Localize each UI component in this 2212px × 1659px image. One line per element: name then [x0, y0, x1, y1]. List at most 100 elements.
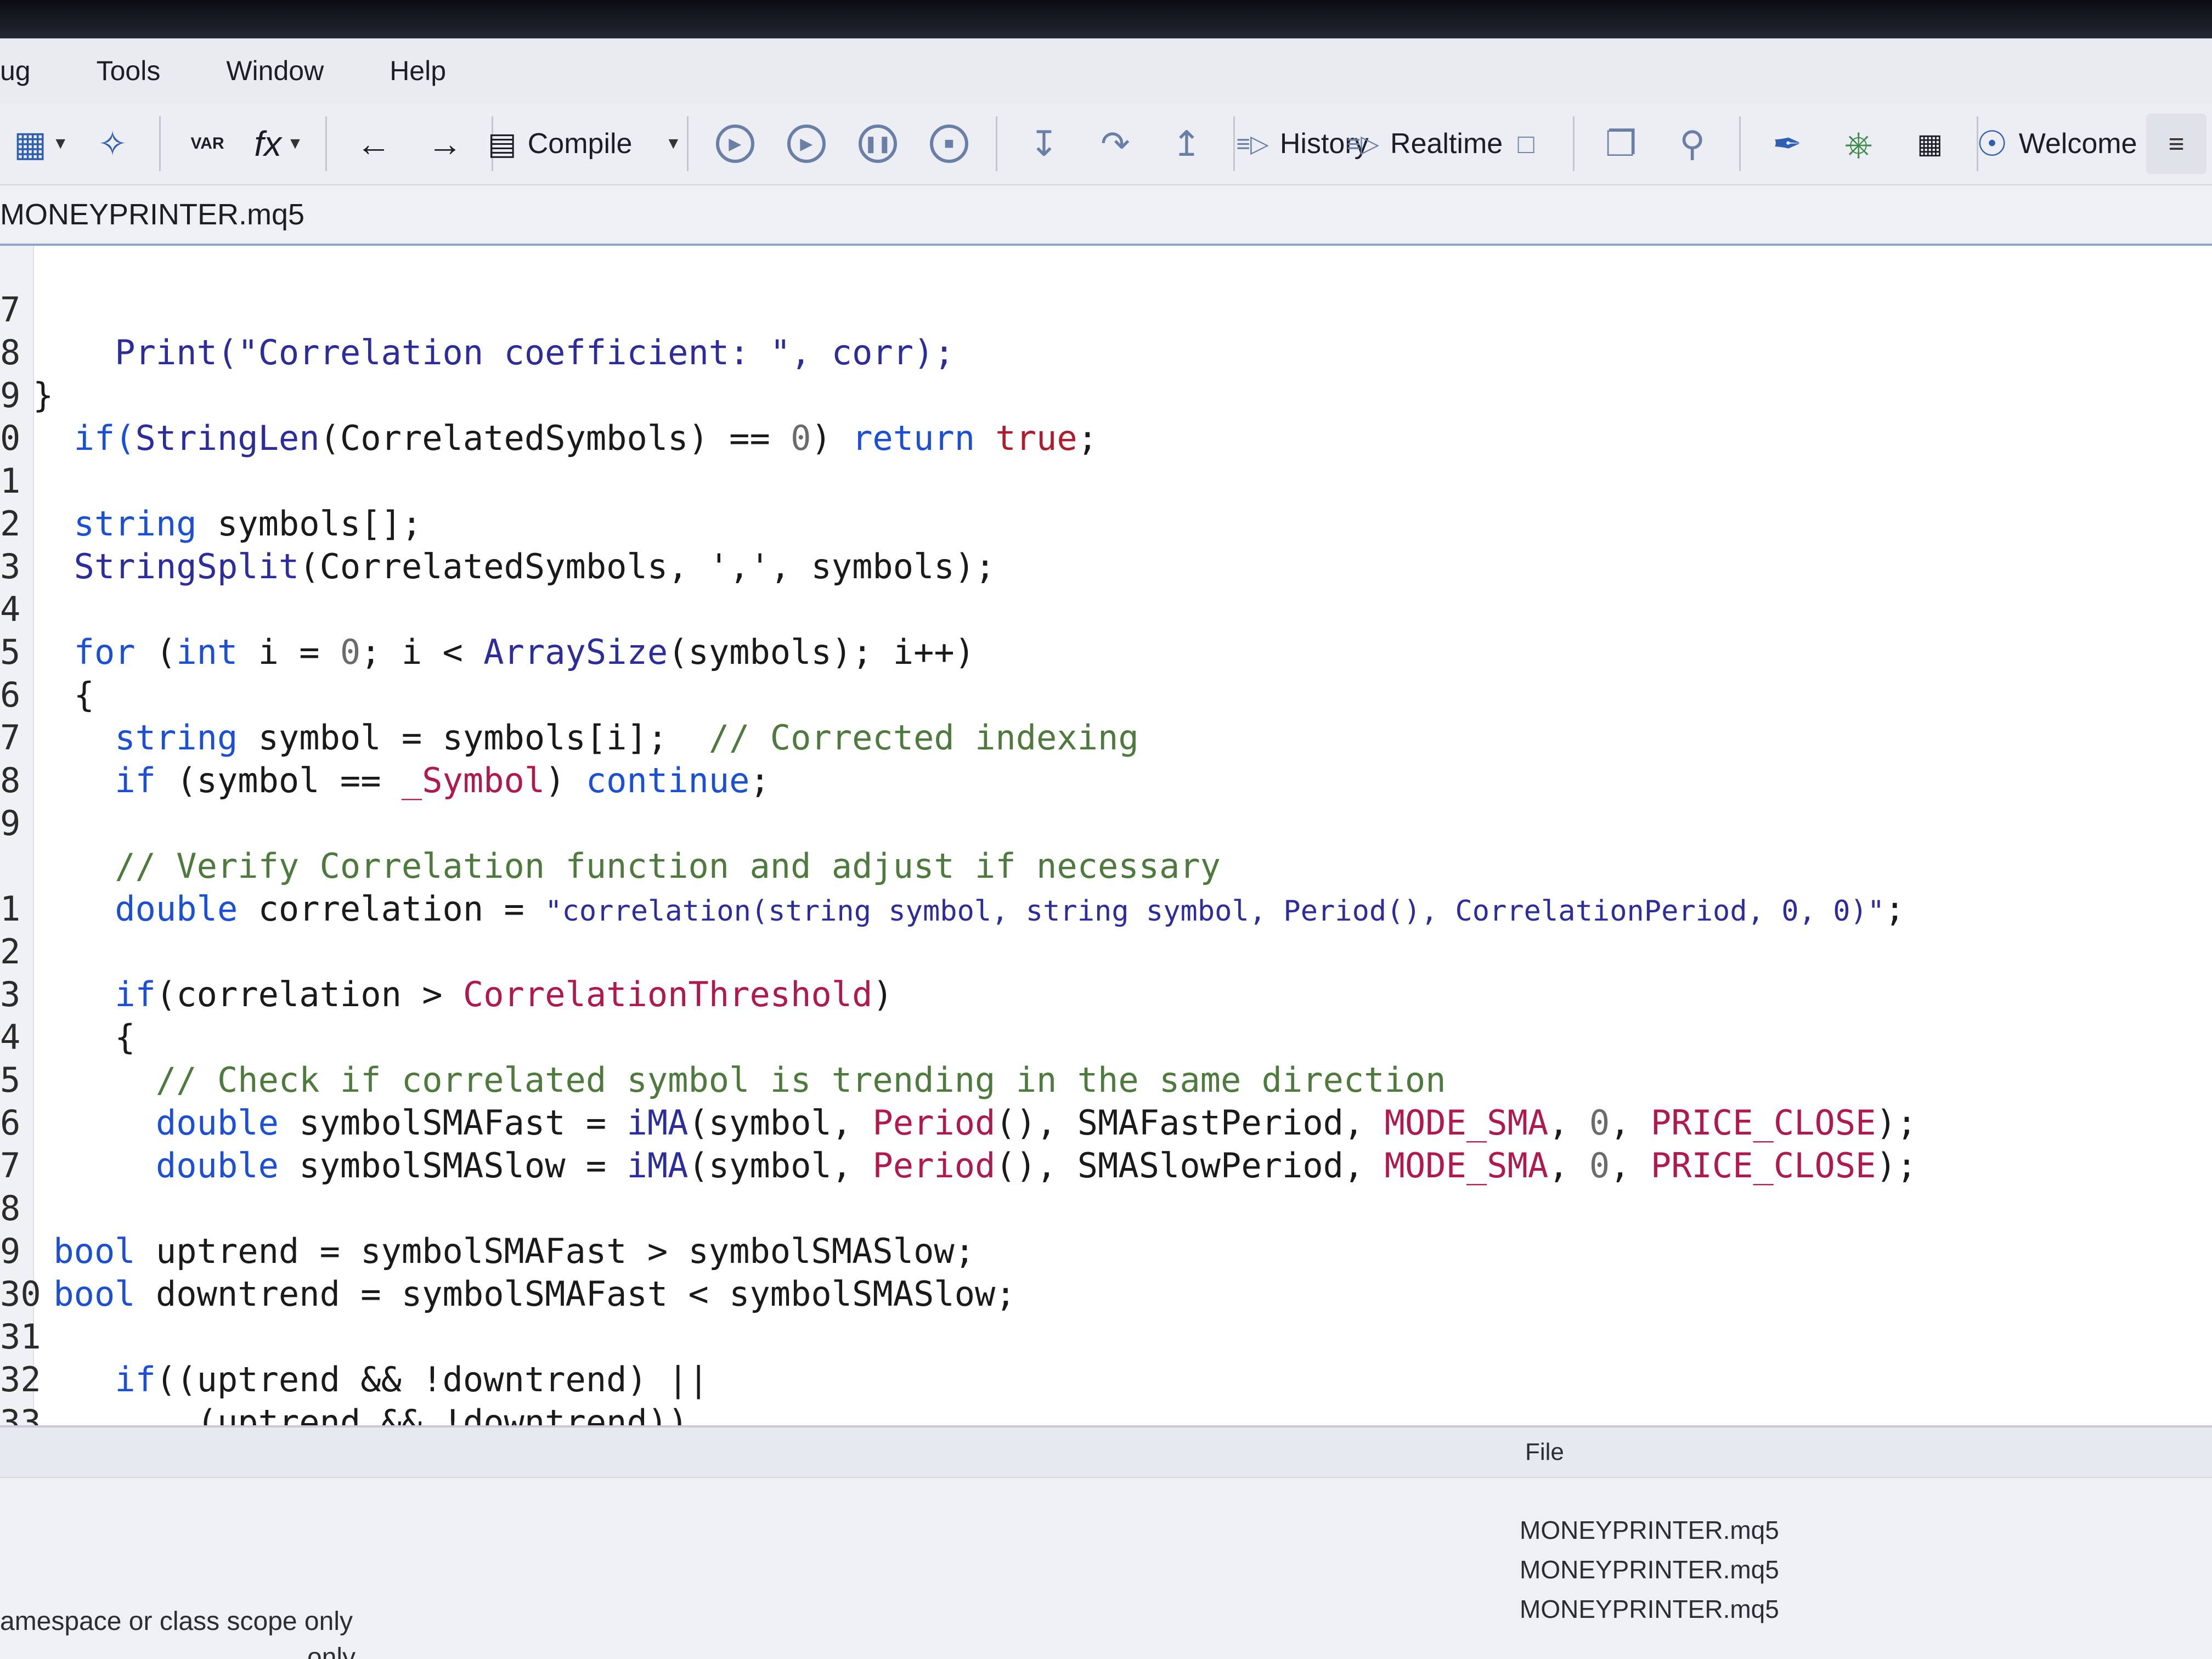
- square-icon: □: [1517, 128, 1534, 159]
- code-line: double correlation = "correlation(string…: [0, 802, 1905, 929]
- debug-start-button[interactable]: ▶: [705, 114, 765, 174]
- menu-debug[interactable]: ug: [0, 55, 31, 87]
- toolbar-separator: [1572, 116, 1575, 171]
- code-text: StringLen: [135, 418, 320, 458]
- code-line: 3: [0, 503, 123, 586]
- code-line: 2 if(correlation > CorrelationThreshold): [0, 888, 893, 1014]
- code-text: (symbol,: [688, 1146, 873, 1186]
- welcome-label: Welcome: [2018, 128, 2137, 160]
- code-line: 7 if (symbol == _Symbol) continue;: [0, 674, 770, 800]
- code-text: symbols[];: [196, 504, 422, 544]
- arrow-left-icon: ←: [356, 124, 392, 163]
- stop-profiling-button[interactable]: □: [1496, 114, 1556, 174]
- chevron-down-icon: ▼: [287, 134, 303, 153]
- back-button[interactable]: ←: [343, 114, 404, 174]
- code-text: CorrelationThreshold: [462, 974, 873, 1014]
- code-line: 0: [0, 374, 123, 458]
- code-text: ): [545, 760, 586, 800]
- debug-stop-button[interactable]: ■: [919, 114, 979, 174]
- menu-tools[interactable]: Tools: [97, 55, 161, 87]
- code-text: uptrend = symbolSMAFast > symbolSMASlow;: [135, 1231, 975, 1271]
- code-text: (), SMASlowPeriod,: [995, 1146, 1385, 1186]
- stop-circle-icon: ■: [929, 125, 968, 163]
- code-line: 9 // Verify Correlation function and adj…: [0, 759, 1221, 886]
- error-message[interactable]: amespace or class scope only: [0, 1606, 353, 1637]
- menu-window[interactable]: Window: [226, 55, 324, 87]
- pen-icon: ✒: [1772, 123, 1802, 163]
- code-text: (correlation >: [155, 974, 463, 1014]
- code-text: PRICE_CLOSE: [1650, 1146, 1876, 1186]
- menu-help[interactable]: Help: [390, 55, 446, 87]
- welcome-button[interactable]: ☉ Welcome: [1976, 114, 2137, 174]
- pause-circle-icon: ❚❚: [858, 125, 897, 163]
- step-into-button[interactable]: ↧: [1014, 114, 1074, 174]
- code-text: (CorrelatedSymbols) ==: [319, 418, 791, 458]
- code-line: 6 string symbol = symbols[i]; // Correct…: [0, 631, 1139, 758]
- code-line: 7: [0, 1102, 123, 1186]
- history-button[interactable]: ≡▷ History: [1236, 114, 1368, 174]
- code-text: Period: [872, 1146, 996, 1186]
- file-tab-moneyprinter[interactable]: MONEYPRINTER.mq5: [0, 198, 304, 232]
- market-button[interactable]: ⎈: [1829, 114, 1889, 174]
- error-message[interactable]: only: [307, 1643, 356, 1659]
- code-text: symbolSMAFast =: [278, 1103, 627, 1143]
- code-line: 32 (uptrend && !downtrend)): [0, 1316, 688, 1425]
- insert-function-button[interactable]: fx ▼: [249, 114, 309, 174]
- favorite-button[interactable]: ✧: [82, 114, 143, 174]
- code-text: return: [852, 418, 975, 458]
- navigator-button[interactable]: ▦ ▼: [11, 114, 71, 174]
- code-text: true: [995, 418, 1077, 458]
- code-text: ((uptrend && !downtrend) ||: [155, 1359, 709, 1400]
- copy-button[interactable]: ❐: [1591, 114, 1651, 174]
- arrow-right-icon: →: [427, 124, 463, 163]
- compile-button[interactable]: ▤ Compile ▼: [488, 114, 681, 174]
- debug-start-history-button[interactable]: ▶: [776, 114, 837, 174]
- code-editor[interactable]: 7 Print("Correlation coefficient: ", cor…: [0, 246, 2212, 1425]
- code-line: 2 StringSplit(CorrelatedSymbols, ',', sy…: [0, 460, 995, 586]
- code-line: 8 }: [0, 289, 123, 415]
- code-text: string: [115, 718, 238, 758]
- step-into-icon: ↧: [1029, 123, 1059, 163]
- error-file-name[interactable]: MONEYPRINTER.mq5: [1520, 1555, 1779, 1584]
- code-text: (uptrend && !downtrend)): [33, 1402, 689, 1425]
- file-column-header[interactable]: File: [1525, 1438, 1564, 1466]
- error-file-name[interactable]: MONEYPRINTER.mq5: [1520, 1594, 1779, 1624]
- code-line: 9 bool downtrend = symbolSMAFast < symbo…: [0, 1187, 1016, 1314]
- step-out-button[interactable]: ↥: [1156, 114, 1217, 174]
- toolbar-separator: [325, 116, 328, 171]
- debug-pause-button[interactable]: ❚❚: [848, 114, 908, 174]
- code-text: MODE_SMA: [1384, 1103, 1549, 1143]
- code-text: double: [155, 1146, 279, 1186]
- code-line: 1: [0, 845, 123, 929]
- code-line: 8: [0, 716, 123, 800]
- code-text: int: [176, 632, 238, 672]
- find-button[interactable]: ⚲: [1662, 114, 1723, 174]
- code-text: ; i <: [360, 632, 484, 672]
- code-string: "correlation(string symbol, string symbo…: [545, 895, 1885, 928]
- error-file-name[interactable]: MONEYPRINTER.mq5: [1520, 1515, 1779, 1545]
- code-text: ): [872, 974, 893, 1014]
- code-text: ;: [1077, 418, 1098, 458]
- styler-button[interactable]: ✒: [1757, 114, 1818, 174]
- code-text: PRICE_CLOSE: [1650, 1103, 1876, 1143]
- user-icon: ☉: [1976, 123, 2008, 163]
- forward-button[interactable]: →: [415, 114, 475, 174]
- code-text: );: [1876, 1103, 1917, 1143]
- insert-variable-button[interactable]: VAR: [177, 114, 238, 174]
- toolbar-separator: [1739, 116, 1741, 171]
- code-text: iMA: [627, 1146, 689, 1186]
- code-text: ,: [1610, 1103, 1651, 1143]
- code-text: double: [115, 889, 238, 929]
- settings-button[interactable]: ≡: [2146, 114, 2207, 174]
- terminal-icon: ▦: [1917, 128, 1943, 159]
- compile-icon: ▤: [487, 126, 517, 161]
- terminal-button[interactable]: ▦: [1900, 114, 1960, 174]
- realtime-button[interactable]: ≡▷ Realtime: [1347, 114, 1503, 174]
- line-number: 33: [0, 1402, 41, 1425]
- chevron-down-icon: ▼: [665, 134, 682, 153]
- code-comment: // Verify Correlation function and adjus…: [115, 846, 1221, 886]
- code-text: symbolSMASlow =: [278, 1146, 627, 1186]
- code-text: iMA: [627, 1103, 689, 1143]
- step-over-button[interactable]: ↷: [1085, 114, 1146, 174]
- code-line: 3 {: [0, 930, 136, 1057]
